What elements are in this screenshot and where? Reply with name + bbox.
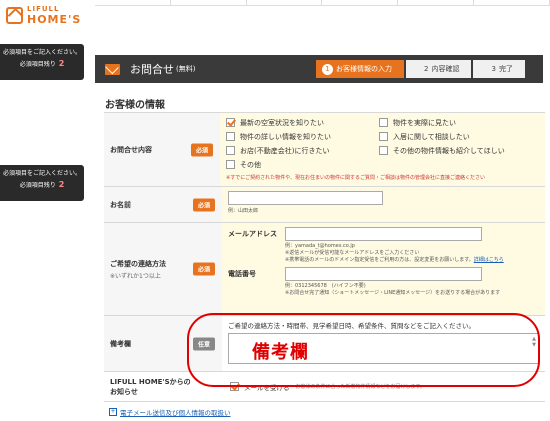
required-remaining-label: 必須項目残り: [19, 181, 56, 189]
step-label: 完了: [498, 65, 513, 73]
contact-row: ご希望の連絡方法 ※いずれか1つ以上 必須 メールアドレス 例：yamada_t…: [104, 223, 545, 316]
option-label: 物件を実際に見たい: [393, 118, 456, 127]
mail-icon: [105, 63, 120, 75]
privacy-link[interactable]: + 電子メール送信及び個人情報の取扱い: [109, 407, 231, 417]
progress-steps: 1 お客様情報の入力 2 内容確認 3 完了: [316, 60, 527, 78]
required-badge: 必須: [190, 143, 213, 156]
name-label-text: お名前: [110, 200, 131, 209]
privacy-link-text[interactable]: 電子メール送信及び個人情報の取扱い: [120, 407, 231, 417]
email-detail-link[interactable]: 詳細はこちら: [474, 257, 504, 263]
email-label: メールアドレス: [228, 230, 277, 238]
required-badge: 必須: [192, 262, 215, 276]
inquiry-row: お問合せ内容 必須 最新の空室状況を知りたい 物件を実際に見たい 物件の詳しい情…: [104, 113, 545, 187]
phone-label: 電話番号: [228, 270, 256, 278]
inquiry-warning: ※すでにご契約された物件や、現在お住まいの物件に関するご質問・ご相談は物件の管理…: [226, 175, 485, 181]
contact-label: ご希望の連絡方法 ※いずれか1つ以上 必須: [104, 223, 222, 315]
step-number: 1: [322, 64, 333, 75]
logo-small-text: LIFULL: [27, 5, 60, 13]
inquiry-label-text: お問合せ内容: [110, 145, 152, 154]
inquiry-option-other-properties[interactable]: その他の物件情報も紹介してほしい: [379, 145, 539, 156]
logo-big-text: HOME'S: [27, 13, 82, 26]
name-row: お名前 必須 例：山田太郎: [104, 187, 545, 223]
name-example: 例：山田太郎: [228, 208, 259, 214]
newsletter-label-line1: LIFULL HOME'Sからの: [110, 377, 191, 386]
required-badge: 必須: [192, 198, 215, 211]
name-label: お名前 必須: [104, 187, 222, 222]
required-remaining-badge: 必須項目をご記入ください。 必須項目残り 2: [0, 165, 84, 201]
step-customer-info: 1 お客様情報の入力: [316, 60, 404, 78]
checkbox[interactable]: [226, 160, 235, 169]
contact-value: メールアドレス 例：yamada_t@homes.co.jp ※返信メールが受信…: [222, 223, 545, 315]
form-title-free: (無料): [176, 65, 196, 73]
inquiry-option-viewing[interactable]: 物件を実際に見たい: [379, 117, 539, 128]
required-remaining-label: 必須項目残り: [19, 60, 56, 68]
required-remaining-count: 2: [58, 58, 65, 68]
site-logo[interactable]: LIFULL HOME'S: [6, 6, 81, 25]
contact-label-note: ※いずれか1つ以上: [110, 272, 161, 280]
form-header-bar: お問合せ (無料) 1 お客様情報の入力 2 内容確認 3 完了: [95, 55, 543, 83]
step-confirm: 2 内容確認: [406, 60, 472, 78]
checkbox[interactable]: [379, 118, 388, 127]
email-input[interactable]: [285, 227, 482, 241]
required-remaining-message: 必須項目をご記入ください。: [2, 49, 81, 56]
inquiry-option-consult[interactable]: 入居に関して相談したい: [379, 131, 539, 142]
option-label: 入居に関して相談したい: [393, 132, 470, 141]
top-tab-strip: [95, 0, 550, 6]
phone-input[interactable]: [285, 267, 482, 281]
annotation-circle: [187, 313, 540, 387]
newsletter-label-line2: お知らせ: [110, 387, 138, 396]
option-label: お店(不動産会社)に行きたい: [240, 146, 330, 155]
step-number: 3: [491, 65, 496, 73]
inquiry-option-visit-shop[interactable]: お店(不動産会社)に行きたい: [226, 145, 379, 156]
section-title: お客様の情報: [105, 100, 165, 111]
step-label: 内容確認: [431, 65, 460, 73]
inquiry-label: お問合せ内容 必須: [104, 113, 220, 186]
contact-label-text: ご希望の連絡方法: [110, 259, 166, 268]
checkbox-checked[interactable]: [226, 118, 235, 127]
option-label: 物件の詳しい情報を知りたい: [240, 132, 331, 141]
email-note-1: ※返信メールが受信可能なメールアドレスをご入力ください: [285, 250, 420, 256]
option-label: 最新の空室状況を知りたい: [240, 118, 324, 127]
remarks-label-text: 備考欄: [110, 339, 131, 348]
inquiry-option-vacancy[interactable]: 最新の空室状況を知りたい: [226, 117, 379, 128]
house-logo-icon: [6, 7, 23, 24]
name-value: 例：山田太郎: [222, 187, 545, 222]
step-label: お客様情報の入力: [336, 65, 392, 73]
phone-example: 例：0312345678 (ハイフン不要): [285, 283, 366, 289]
inquiry-option-other[interactable]: その他: [226, 159, 379, 170]
checkbox[interactable]: [379, 132, 388, 141]
step-complete: 3 完了: [473, 60, 525, 78]
email-note-2: ※携帯電話のメールのドメイン指定受信をご利用の方は、設定変更をお願いします。: [285, 257, 474, 263]
step-number: 2: [424, 65, 429, 73]
phone-note: ※お問合せ完了通知（ショートメッセージ・LINE通知メッセージ）をお送りする場合…: [285, 290, 501, 296]
option-label: その他: [240, 160, 261, 169]
checkbox[interactable]: [226, 146, 235, 155]
required-remaining-badge: 必須項目をご記入ください。 必須項目残り 2: [0, 44, 84, 80]
required-remaining-message: 必須項目をご記入ください。: [2, 170, 81, 177]
checkbox[interactable]: [226, 132, 235, 141]
inquiry-option-details[interactable]: 物件の詳しい情報を知りたい: [226, 131, 379, 142]
name-input[interactable]: [228, 191, 383, 205]
annotation-label: 備考欄: [252, 342, 309, 363]
email-example: 例：yamada_t@homes.co.jp: [285, 243, 355, 249]
checkbox[interactable]: [379, 146, 388, 155]
inquiry-options: 最新の空室状況を知りたい 物件を実際に見たい 物件の詳しい情報を知りたい 入居に…: [220, 113, 545, 186]
form-title: お問合せ: [130, 63, 174, 76]
required-remaining-count: 2: [58, 179, 65, 189]
option-label: その他の物件情報も紹介してほしい: [393, 146, 505, 155]
plus-icon: +: [109, 408, 117, 416]
